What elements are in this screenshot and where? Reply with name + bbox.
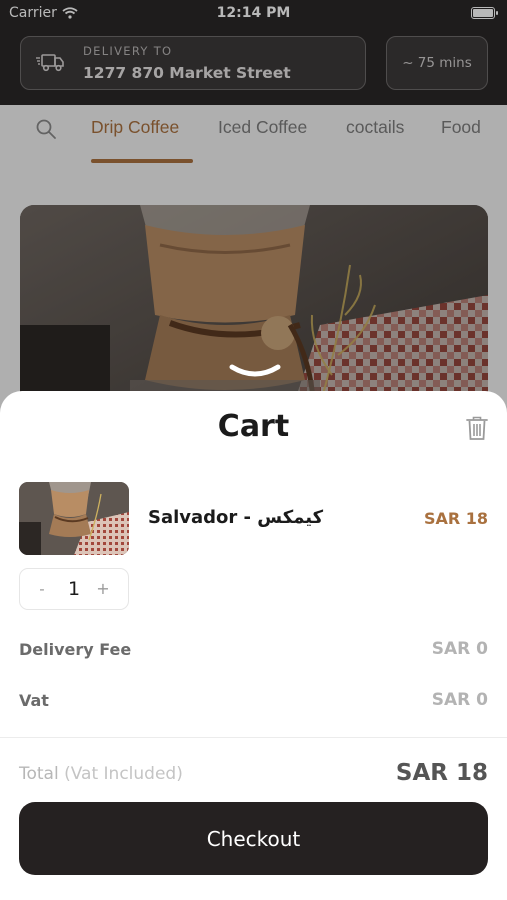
total-value: SAR 18 xyxy=(395,760,488,786)
total-text: Total xyxy=(19,764,59,784)
cart-item-name: Salvador - كيمكس xyxy=(148,507,324,528)
delivery-fee-value: SAR 0 xyxy=(431,639,488,659)
increase-quantity-button[interactable]: + xyxy=(95,579,111,598)
cart-item-thumbnail xyxy=(19,482,129,555)
cart-item-price: SAR 18 xyxy=(423,509,488,528)
total-label: Total (Vat Included) xyxy=(19,764,183,784)
trash-icon[interactable] xyxy=(465,415,489,441)
cart-title: Cart xyxy=(217,409,290,444)
vat-value: SAR 0 xyxy=(431,690,488,710)
total-vat-note: (Vat Included) xyxy=(64,764,183,784)
summary-divider xyxy=(0,737,507,738)
vat-label: Vat xyxy=(19,691,49,710)
quantity-stepper: - 1 + xyxy=(19,568,129,610)
quantity-value: 1 xyxy=(67,578,81,600)
cart-sheet: Cart Salvador - كيمكس SAR 18 - 1 + Deliv… xyxy=(0,391,507,900)
checkout-button[interactable]: Checkout xyxy=(19,802,488,875)
chevron-down-icon[interactable] xyxy=(229,363,281,379)
delivery-fee-label: Delivery Fee xyxy=(19,640,132,659)
